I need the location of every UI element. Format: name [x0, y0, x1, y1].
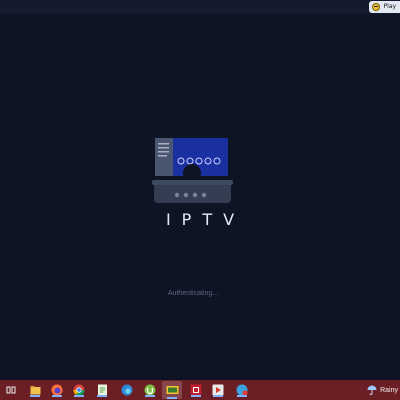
edge-icon [121, 384, 133, 396]
taskbar-firefox[interactable] [50, 383, 64, 397]
play-button[interactable]: Play [369, 1, 400, 13]
running-indicator [97, 395, 107, 397]
weather-label[interactable]: Rainy [380, 387, 398, 394]
running-indicator [213, 395, 223, 397]
running-indicator [237, 395, 247, 397]
taskbar-chat-app[interactable] [235, 383, 249, 397]
app-title: IPTV [165, 210, 246, 229]
taskbar-iptv-app[interactable] [162, 381, 182, 399]
play-label: Play [383, 3, 396, 10]
file-explorer-icon [30, 385, 40, 394]
taskbar-media-player[interactable] [211, 383, 225, 397]
task-view-button[interactable] [4, 383, 18, 397]
taskbar-file-explorer[interactable] [28, 383, 42, 397]
taskbar-notepad-plus[interactable] [95, 383, 109, 397]
running-indicator [52, 395, 62, 397]
taskbar: Rainy [0, 380, 400, 400]
console-base [154, 183, 231, 203]
running-indicator [191, 395, 201, 397]
task-view-icon [6, 386, 16, 394]
running-indicator [74, 395, 84, 397]
running-indicator [167, 397, 177, 399]
taskbar-chrome[interactable] [72, 383, 86, 397]
taskbar-utorrent[interactable] [143, 383, 157, 397]
taskbar-edge[interactable] [120, 383, 134, 397]
umbrella-icon [367, 385, 377, 395]
smiley-icon [372, 3, 381, 11]
iptv-logo [152, 138, 233, 203]
running-indicator [30, 395, 40, 397]
system-tray: Rainy [367, 383, 398, 397]
status-text: Authenticating... [167, 290, 219, 297]
iptv-app-icon [166, 385, 178, 394]
viewer-head [183, 164, 201, 182]
running-indicator [145, 395, 155, 397]
top-bar: Play [0, 0, 400, 14]
taskbar-filezilla[interactable] [189, 383, 203, 397]
